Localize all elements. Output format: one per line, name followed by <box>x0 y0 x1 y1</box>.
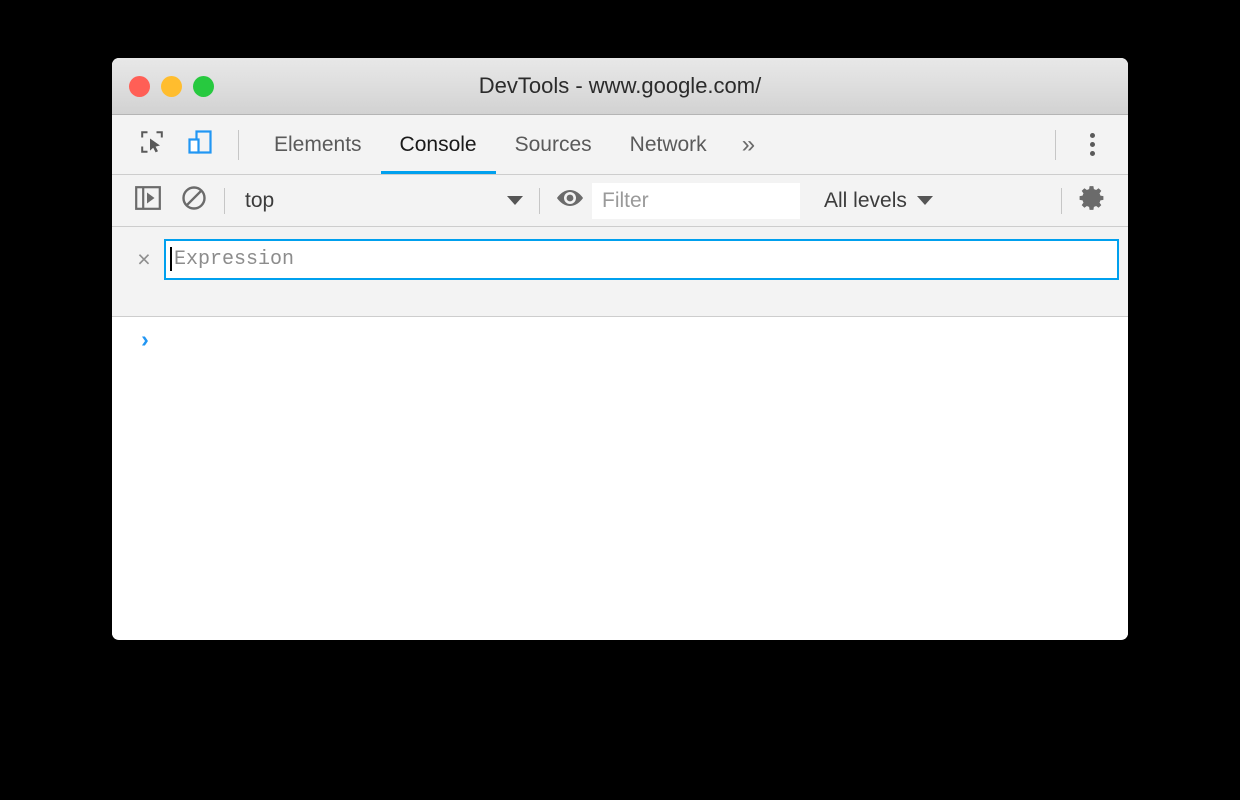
console-settings-button[interactable] <box>1072 181 1112 221</box>
tab-console[interactable]: Console <box>380 115 496 174</box>
console-toolbar-right-section <box>1051 175 1128 226</box>
console-prompt-chevron-icon: › <box>141 326 149 352</box>
console-toolbar: top All levels <box>112 175 1128 227</box>
console-sidebar-toggle-icon <box>135 186 161 215</box>
toggle-device-toolbar-button[interactable] <box>178 123 222 167</box>
inspect-element-button[interactable] <box>130 123 174 167</box>
kebab-menu-icon <box>1089 133 1095 156</box>
live-expression-input[interactable] <box>172 240 1117 278</box>
inspect-cursor-icon <box>139 129 165 160</box>
tabbar-right-section <box>1055 115 1128 174</box>
console-toolbar-divider-3 <box>1061 187 1062 214</box>
device-toolbar-icon <box>186 128 214 161</box>
tab-elements-label: Elements <box>274 132 362 156</box>
clear-console-button[interactable] <box>174 181 214 221</box>
live-expression-input-wrap[interactable] <box>164 238 1119 280</box>
gear-icon <box>1078 184 1106 217</box>
console-prompt-input[interactable] <box>162 327 1114 351</box>
tab-network-label: Network <box>629 132 707 156</box>
window-titlebar: DevTools - www.google.com/ <box>112 58 1128 115</box>
console-log-level-value: All levels <box>824 188 907 212</box>
close-icon: × <box>137 245 151 272</box>
eye-icon <box>555 187 585 214</box>
tabbar-right-divider <box>1055 129 1056 160</box>
console-filter-input[interactable] <box>592 182 800 219</box>
tab-console-label: Console <box>399 132 477 156</box>
console-toolbar-divider-1 <box>224 187 225 214</box>
console-context-value: top <box>245 188 275 212</box>
tab-sources[interactable]: Sources <box>496 115 611 174</box>
live-expression-row: × <box>112 238 1128 280</box>
window-title: DevTools - www.google.com/ <box>478 73 762 98</box>
devtools-tabbar: Elements Console Sources Network » <box>112 115 1128 175</box>
chevron-down-icon <box>916 196 933 205</box>
console-output-area[interactable]: › <box>112 317 1128 639</box>
console-sidebar-toggle-button[interactable] <box>128 181 168 221</box>
console-log-level-selector[interactable]: All levels <box>818 181 939 221</box>
devtools-window: DevTools - www.google.com/ Elements Cons… <box>112 58 1128 640</box>
remove-live-expression-button[interactable]: × <box>124 239 164 279</box>
console-toolbar-divider-2 <box>539 187 540 214</box>
chevron-double-right-icon: » <box>741 130 756 158</box>
clear-console-icon <box>181 185 207 216</box>
create-live-expression-button[interactable] <box>550 181 590 221</box>
console-context-selector[interactable]: top <box>235 181 529 221</box>
tabbar-divider <box>238 129 239 160</box>
customize-devtools-button[interactable] <box>1070 123 1114 167</box>
tab-network[interactable]: Network <box>611 115 726 174</box>
tab-elements[interactable]: Elements <box>255 115 381 174</box>
chevron-down-icon <box>507 196 523 205</box>
tab-sources-label: Sources <box>514 132 592 156</box>
more-tabs-button[interactable]: » <box>726 115 771 174</box>
live-expression-pane: × <box>112 227 1128 317</box>
console-prompt-row: › <box>112 317 1128 361</box>
